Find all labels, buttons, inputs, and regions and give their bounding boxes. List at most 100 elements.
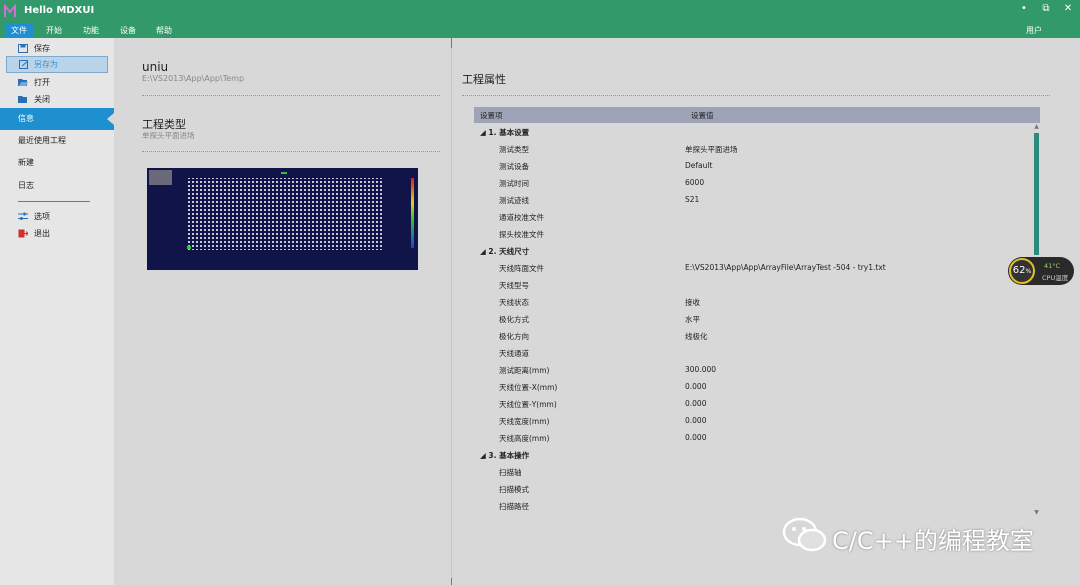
divider (462, 95, 1050, 96)
scrollbar-thumb[interactable] (1034, 133, 1039, 255)
property-value[interactable]: S21 (685, 195, 699, 204)
property-group-header[interactable]: ◢ 2. 天线尺寸 (480, 246, 529, 257)
window-title: Hello MDXUI (24, 5, 95, 16)
folder-open-icon (18, 79, 28, 86)
property-key: 探头校准文件 (499, 230, 544, 239)
close-button[interactable]: ✕ (1058, 3, 1078, 17)
project-info-panel: uniu E:\VS2013\App\App\Temp 工程类型 单探头平面进场 (114, 38, 451, 585)
properties-title: 工程属性 (462, 73, 506, 86)
cpu-temperature-label: CPU温度 (1042, 274, 1069, 282)
menu-file[interactable]: 文件 (5, 24, 33, 38)
property-value[interactable]: 6000 (685, 178, 704, 187)
property-key: 通道校准文件 (499, 213, 544, 222)
property-key: 天线宽度(mm) (499, 417, 550, 426)
property-grid-header: 设置项 设置值 (474, 107, 1040, 123)
property-value[interactable]: Default (685, 161, 712, 170)
property-key: 天线位置-X(mm) (499, 383, 558, 392)
property-key: 扫描路径 (499, 502, 529, 511)
menu-start[interactable]: 开始 (40, 24, 68, 38)
sidebar-item-label: 退出 (34, 229, 50, 238)
property-group-label: 1. 基本设置 (488, 128, 530, 137)
property-key: 天线通道 (499, 349, 529, 358)
folder-close-icon (18, 96, 27, 103)
property-key: 天线位置-Y(mm) (499, 400, 557, 409)
watermark: C/C++的编程教室 (782, 516, 1052, 555)
property-key: 测试类型 (499, 145, 529, 154)
property-value[interactable]: 单探头平面进场 (685, 144, 738, 155)
property-key: 天线状态 (499, 298, 529, 307)
sidebar-item-label: 选项 (34, 212, 50, 221)
exit-icon (18, 229, 28, 238)
save-icon (18, 44, 28, 53)
cpu-usage-gauge: 62% (1009, 258, 1035, 284)
sidebar-item-label: 另存为 (34, 60, 58, 69)
sidebar-item-options[interactable]: 选项 (0, 208, 114, 225)
project-properties-panel: 工程属性 设置项 设置值 ◢ 1. 基本设置 测试类型 单探头平面进场 测试设备… (452, 38, 1080, 585)
property-value[interactable]: 0.000 (685, 382, 706, 391)
sidebar-item-open[interactable]: 打开 (0, 74, 114, 91)
cpu-usage-value: 62 (1012, 265, 1026, 276)
sidebar-nav-log[interactable]: 日志 (0, 175, 114, 197)
property-group-label: 2. 天线尺寸 (488, 247, 530, 256)
property-value[interactable]: 0.000 (685, 416, 706, 425)
user-menu[interactable]: 用户 (1026, 24, 1042, 38)
sidebar-divider (18, 201, 90, 202)
property-value[interactable]: 水平 (685, 314, 700, 325)
property-value[interactable]: 300.000 (685, 365, 716, 374)
property-key: 极化方式 (499, 315, 529, 324)
settings-icon (18, 212, 28, 220)
property-key: 测试距离(mm) (499, 366, 550, 375)
property-key: 测试设备 (499, 162, 529, 171)
property-key: 天线高度(mm) (499, 434, 550, 443)
backstage-sidebar: 保存 另存为 打开 关闭 信息 最近使用工程 新建 日志 选项 退出 (0, 38, 114, 585)
sidebar-nav-recent[interactable]: 最近使用工程 (0, 130, 114, 152)
column-header-key: 设置项 (480, 111, 503, 120)
restore-button[interactable]: ⧉ (1036, 3, 1056, 17)
project-path: E:\VS2013\App\App\Temp (142, 74, 245, 83)
sidebar-item-label: 关闭 (34, 95, 50, 104)
minimize-button[interactable]: • (1014, 3, 1034, 17)
wechat-logo-icon (782, 517, 827, 552)
cpu-monitor-widget[interactable]: 62% 41°C CPU温度 (1008, 257, 1074, 285)
property-value[interactable]: 线极化 (685, 331, 708, 342)
sidebar-nav-info[interactable]: 信息 (0, 108, 114, 130)
property-group-header[interactable]: ◢ 1. 基本设置 (480, 127, 529, 138)
save-as-icon (19, 60, 29, 69)
sidebar-item-save-as[interactable]: 另存为 (6, 56, 108, 73)
sidebar-item-close[interactable]: 关闭 (0, 91, 114, 108)
divider (142, 151, 440, 152)
cpu-usage-unit: % (1025, 268, 1032, 275)
sidebar-item-label: 保存 (34, 44, 50, 53)
sidebar-item-label: 打开 (34, 78, 50, 87)
project-type-subtitle: 单探头平面进场 (142, 131, 195, 140)
property-value[interactable]: 接收 (685, 297, 700, 308)
property-value[interactable]: E:\VS2013\App\App\ArrayFile\ArrayTest -5… (685, 263, 886, 272)
sidebar-item-save[interactable]: 保存 (0, 40, 114, 57)
property-value[interactable]: 0.000 (685, 433, 706, 442)
sidebar-item-exit[interactable]: 退出 (0, 225, 114, 242)
property-group-label: 3. 基本操作 (488, 451, 530, 460)
property-grid-scrollbar[interactable]: ▲ ▼ (1033, 123, 1040, 517)
array-preview-image (147, 168, 418, 270)
menu-function[interactable]: 功能 (77, 24, 105, 38)
title-bar: Hello MDXUI • ⧉ ✕ (0, 0, 1080, 24)
property-key: 测试时间 (499, 179, 529, 188)
scroll-up-arrow-icon[interactable]: ▲ (1033, 123, 1040, 131)
watermark-text: C/C++的编程教室 (832, 527, 1034, 555)
project-name: uniu (142, 60, 169, 74)
divider (142, 95, 440, 96)
property-value[interactable]: 0.000 (685, 399, 706, 408)
property-key: 扫描模式 (499, 485, 529, 494)
property-key: 天线阵面文件 (499, 264, 544, 273)
property-key: 极化方向 (499, 332, 529, 341)
menu-help[interactable]: 帮助 (150, 24, 178, 38)
menu-bar: 文件 开始 功能 设备 帮助 用户 (0, 24, 1080, 38)
property-key: 天线型号 (499, 281, 529, 290)
cpu-temperature: 41°C (1044, 262, 1061, 270)
property-key: 扫描轴 (499, 468, 522, 477)
menu-device[interactable]: 设备 (114, 24, 142, 38)
property-key: 测试迹线 (499, 196, 529, 205)
property-grid: 设置项 设置值 ◢ 1. 基本设置 测试类型 单探头平面进场 测试设备 Defa… (474, 107, 1040, 518)
sidebar-nav-new[interactable]: 新建 (0, 152, 114, 174)
property-group-header[interactable]: ◢ 3. 基本操作 (480, 450, 529, 461)
